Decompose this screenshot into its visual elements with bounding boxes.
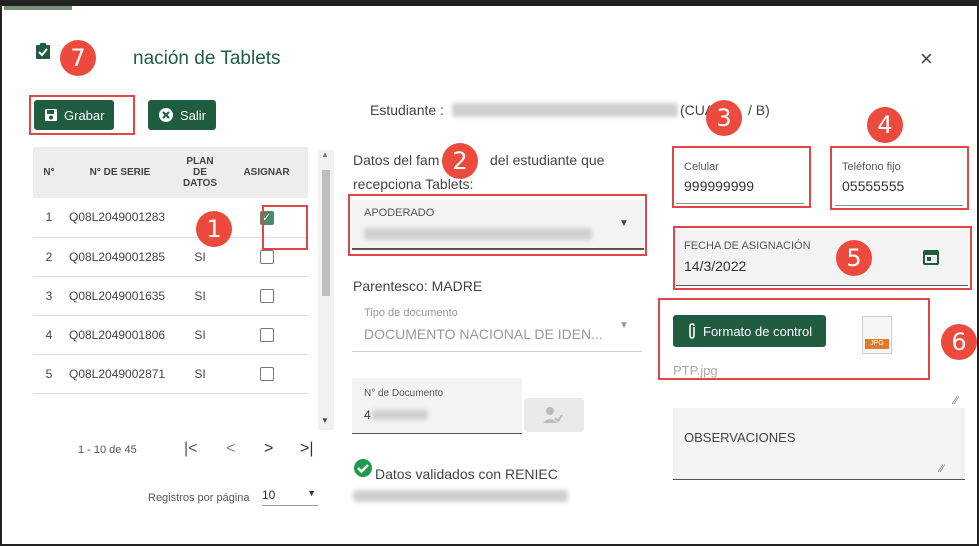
cell-n: 3 bbox=[33, 276, 65, 316]
documento-value: 4 bbox=[364, 408, 371, 422]
student-suffix2: / B) bbox=[748, 102, 770, 118]
header-asignar: ASIGNAR bbox=[225, 147, 308, 198]
highlight-telefono bbox=[830, 146, 969, 210]
step-marker-5: 5 bbox=[836, 240, 872, 276]
cell-serie: Q08L2049001806 bbox=[65, 315, 175, 355]
cell-n: 1 bbox=[33, 198, 65, 238]
family-data-suffix: del estudiante que bbox=[490, 152, 605, 168]
table-scrollbar-thumb[interactable] bbox=[322, 170, 330, 296]
assign-checkbox[interactable] bbox=[259, 366, 274, 381]
close-icon[interactable]: × bbox=[920, 46, 933, 72]
table-row[interactable]: 3 Q08L2049001635 SI bbox=[33, 276, 308, 316]
assign-checkbox[interactable] bbox=[259, 288, 274, 303]
cell-n: 4 bbox=[33, 315, 65, 355]
parentesco: Parentesco: MADRE bbox=[353, 278, 483, 294]
last-page-icon[interactable]: >| bbox=[300, 440, 314, 458]
documento-field[interactable] bbox=[352, 378, 522, 434]
step-marker-2: 2 bbox=[442, 143, 478, 179]
highlight-checkbox bbox=[262, 205, 308, 250]
family-data-prefix: Datos del fam bbox=[353, 152, 440, 168]
assign-checkbox[interactable] bbox=[259, 327, 274, 342]
exit-button[interactable]: Salir bbox=[148, 100, 217, 130]
reniec-name-redacted bbox=[353, 490, 568, 502]
cell-serie: Q08L2049001635 bbox=[65, 276, 175, 316]
next-page-icon[interactable]: > bbox=[264, 440, 273, 458]
per-page-value: 10 bbox=[262, 488, 276, 502]
prev-page-icon[interactable]: < bbox=[226, 440, 235, 458]
cell-serie: Q08L2049001283 bbox=[65, 198, 175, 238]
cell-plan: SI bbox=[175, 354, 225, 394]
table-row[interactable]: 4 Q08L2049001806 SI bbox=[33, 315, 308, 355]
cell-n: 2 bbox=[33, 237, 65, 277]
header-plan: PLAN DE DATOS bbox=[175, 147, 225, 198]
step-marker-6: 6 bbox=[941, 324, 977, 360]
cell-plan: SI bbox=[175, 315, 225, 355]
student-label: Estudiante : bbox=[370, 102, 444, 118]
step-marker-7: 7 bbox=[60, 40, 96, 76]
cell-n: 5 bbox=[33, 354, 65, 394]
textarea-resize-icon[interactable]: ⁄⁄ bbox=[954, 395, 958, 407]
close-circle-icon bbox=[159, 108, 173, 122]
header-n: N° bbox=[33, 147, 65, 198]
step-marker-3: 3 bbox=[706, 100, 742, 136]
documento-value-redacted bbox=[372, 410, 428, 420]
step-marker-1: 1 bbox=[196, 211, 232, 247]
header-serie: N° DE SERIE bbox=[65, 147, 175, 198]
scroll-up-icon[interactable]: ▲ bbox=[321, 150, 329, 159]
first-page-icon[interactable]: |< bbox=[184, 440, 198, 458]
per-page-select[interactable]: 10 ▼ bbox=[262, 488, 318, 506]
tablets-table: N° N° DE SERIE PLAN DE DATOS ASIGNAR 1 Q… bbox=[33, 147, 308, 394]
cell-serie: Q08L2049001285 bbox=[65, 237, 175, 277]
per-page-label: Registros por página bbox=[148, 492, 250, 504]
scroll-down-icon[interactable]: ▼ bbox=[321, 416, 329, 425]
top-strip bbox=[4, 6, 72, 10]
observaciones-label: OBSERVACIONES bbox=[684, 430, 796, 445]
chevron-down-icon: ▼ bbox=[307, 488, 316, 498]
textarea-resize-icon[interactable]: ⁄⁄ bbox=[940, 463, 944, 475]
highlight-formato bbox=[658, 298, 930, 380]
dialog-title: nación de Tablets bbox=[133, 48, 281, 69]
highlight-fecha bbox=[673, 226, 972, 290]
step-marker-4: 4 bbox=[867, 107, 903, 143]
clipboard-check-icon bbox=[36, 43, 50, 59]
exit-button-label: Salir bbox=[180, 107, 207, 123]
highlight-celular bbox=[672, 146, 811, 208]
documento-label: N° de Documento bbox=[364, 388, 444, 399]
student-name-redacted bbox=[452, 103, 678, 117]
highlight-save bbox=[29, 95, 135, 135]
cell-plan: SI bbox=[175, 276, 225, 316]
reniec-status: Datos validados con RENIEC bbox=[375, 466, 558, 482]
assign-checkbox[interactable] bbox=[259, 249, 274, 264]
person-check-icon bbox=[543, 407, 563, 423]
pager-range: 1 - 10 de 45 bbox=[78, 444, 137, 456]
cell-serie: Q08L2049002871 bbox=[65, 354, 175, 394]
tipo-documento-label: Tipo de documento bbox=[364, 307, 458, 319]
tipo-documento-value: DOCUMENTO NACIONAL DE IDEN... bbox=[364, 326, 603, 342]
chevron-down-icon: ▼ bbox=[619, 320, 629, 331]
check-circle-icon bbox=[354, 459, 372, 477]
highlight-apoderado bbox=[348, 194, 647, 256]
table-row[interactable]: 5 Q08L2049002871 SI bbox=[33, 354, 308, 394]
